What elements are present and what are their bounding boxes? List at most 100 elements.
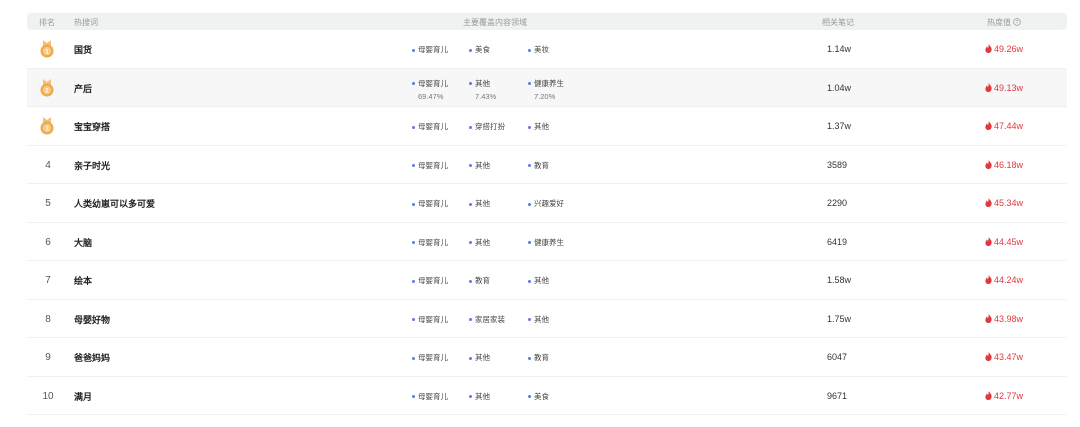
related-notes-count: 2290 (827, 198, 848, 208)
bullet-dot-icon (469, 395, 472, 399)
bullet-dot-icon (528, 318, 531, 322)
bullet-dot-icon (412, 48, 415, 52)
rank-number: 7 (45, 275, 51, 286)
domain-tag-label: 其他 (534, 122, 549, 131)
keyword[interactable]: 满月 (74, 390, 92, 403)
domain-tag: 穿搭打扮 (469, 121, 505, 132)
domain-tag: 母婴育儿 (412, 237, 448, 248)
table-row[interactable]: 6 大脑 母婴育儿 其他 健康养生 6419 44.45w (27, 223, 1067, 261)
domain-tag: 其他 (528, 275, 549, 286)
table-row[interactable]: 8 母婴好物 母婴育儿 家居家装 其他 1.75w 43.98w (27, 300, 1067, 338)
bullet-dot-icon (528, 125, 531, 129)
flame-icon (985, 121, 992, 130)
heat-value-text: 42.77w (994, 390, 1024, 401)
flame-icon (985, 159, 992, 169)
domain-tag: 教育 (528, 160, 549, 171)
rank-number: 8 (45, 313, 51, 325)
domain-tag: 母婴育儿 (412, 314, 448, 325)
rank-number: 9 (45, 352, 51, 363)
table-row[interactable]: 3 宝宝穿搭 母婴育儿 穿搭打扮 其他 1.37w 47.44w (27, 107, 1067, 146)
table-row[interactable]: 7 绘本 母婴育儿 教育 其他 1.58w 44.24w (27, 261, 1067, 300)
heat-value-text: 49.13w (994, 82, 1024, 93)
rank-number: 10 (42, 390, 54, 402)
domain-tag-percent: 7.43% (475, 91, 497, 101)
flame-icon (985, 198, 992, 207)
domain-tag: 母婴育儿 (412, 275, 448, 286)
domain-tag-label: 母婴育儿 (418, 45, 448, 54)
table-row[interactable]: 9 爸爸妈妈 母婴育儿 其他 教育 6047 43.47w (27, 338, 1067, 377)
header-notes[interactable]: 相关笔记 (822, 17, 854, 28)
domain-tag-label: 教育 (475, 276, 490, 285)
flame-icon (985, 313, 992, 323)
header-domains: 主要覆盖内容领域 (463, 18, 527, 27)
bullet-dot-icon (469, 82, 472, 86)
keyword[interactable]: 母婴好物 (74, 313, 110, 326)
domain-tag-label: 其他 (475, 199, 490, 208)
domain-tag-label: 兴趣爱好 (534, 199, 564, 208)
bullet-dot-icon (528, 395, 531, 399)
bullet-dot-icon (412, 318, 415, 322)
domain-tag: 其他 (469, 198, 490, 209)
bullet-dot-icon (528, 164, 531, 168)
domain-tag-label: 其他 (475, 237, 490, 247)
heat-value: 45.34w (985, 198, 1023, 208)
domain-tag: 其他 (469, 391, 490, 402)
domain-tag-label: 其他 (475, 160, 490, 170)
table-row[interactable]: 4 亲子时光 母婴育儿 其他 教育 3589 46.18w (27, 146, 1067, 184)
related-notes-count: 1.58w (827, 275, 852, 285)
heat-value-text: 46.18w (994, 159, 1024, 170)
domain-tag-label: 其他 (475, 353, 490, 362)
heat-value-text: 43.98w (994, 313, 1024, 324)
domain-tag-label: 健康养生 (534, 78, 564, 88)
table-row[interactable]: 5 人类幼崽可以多可爱 母婴育儿 其他 兴趣爱好 2290 45.34w (27, 184, 1067, 223)
heat-value-text: 43.47w (994, 352, 1024, 362)
heat-value: 46.18w (985, 159, 1024, 170)
keyword[interactable]: 人类幼崽可以多可爱 (74, 197, 155, 210)
keyword[interactable]: 宝宝穿搭 (74, 120, 110, 133)
bullet-dot-icon (469, 241, 472, 245)
heat-value: 43.47w (985, 352, 1023, 362)
domain-tag-label: 母婴育儿 (418, 199, 448, 208)
bullet-dot-icon (469, 48, 472, 52)
heat-value-text: 44.24w (994, 275, 1024, 285)
bullet-dot-icon (412, 125, 415, 129)
domain-tag: 母婴育儿 69.47% (412, 78, 448, 101)
domain-tag: 健康养生 (528, 237, 564, 248)
domain-tag: 其他 (528, 121, 549, 132)
keyword[interactable]: 爸爸妈妈 (74, 351, 110, 364)
related-notes-count: 6047 (827, 352, 848, 362)
domain-tag: 母婴育儿 (412, 352, 448, 363)
keyword[interactable]: 国货 (74, 43, 92, 56)
domain-tag-label: 母婴育儿 (418, 160, 448, 170)
domain-tag-label: 健康养生 (534, 237, 564, 247)
table-row[interactable]: 1 国货 母婴育儿 美食 美妆 1.14w 49.26w (27, 30, 1067, 69)
bullet-dot-icon (469, 202, 472, 206)
keyword[interactable]: 亲子时光 (74, 159, 110, 172)
heat-value: 47.44w (985, 121, 1023, 131)
svg-text:?: ? (1016, 20, 1019, 26)
domain-tag-label: 穿搭打扮 (475, 122, 505, 131)
domain-tag: 其他 (469, 160, 490, 171)
question-circle-icon[interactable]: ? (1013, 18, 1021, 26)
domain-tag-label: 母婴育儿 (418, 314, 448, 324)
table-row[interactable]: 2 产后 母婴育儿 69.47% 其他 7.43% 健康养生 7.20% 1.04w 49.13w (27, 68, 1067, 107)
heat-value-text: 47.44w (994, 121, 1024, 131)
heat-value: 44.45w (985, 236, 1023, 247)
medal-icon: 2 (39, 78, 55, 97)
domain-tag: 其他 (469, 237, 490, 248)
table-body: 1 国货 母婴育儿 美食 美妆 1.14w 49.26w 2 产后 母婴育儿 69.47% 其他 7.4… (27, 30, 1067, 415)
header-heat[interactable]: 热度值 ? (987, 17, 1021, 28)
table-row[interactable]: 10 满月 母婴育儿 其他 美食 9671 42.77w (27, 377, 1067, 415)
keyword[interactable]: 产后 (74, 82, 92, 95)
bullet-dot-icon (412, 82, 415, 86)
domain-tag: 母婴育儿 (412, 198, 448, 209)
rank-number: 4 (45, 159, 51, 171)
flame-icon (985, 82, 992, 92)
heat-value-text: 45.34w (994, 198, 1024, 208)
flame-icon (985, 390, 992, 400)
bullet-dot-icon (528, 48, 531, 52)
domain-tag-label: 美妆 (534, 45, 549, 54)
keyword[interactable]: 大脑 (74, 236, 92, 249)
keyword[interactable]: 绘本 (74, 274, 92, 287)
domain-tag-label: 母婴育儿 (418, 78, 448, 88)
